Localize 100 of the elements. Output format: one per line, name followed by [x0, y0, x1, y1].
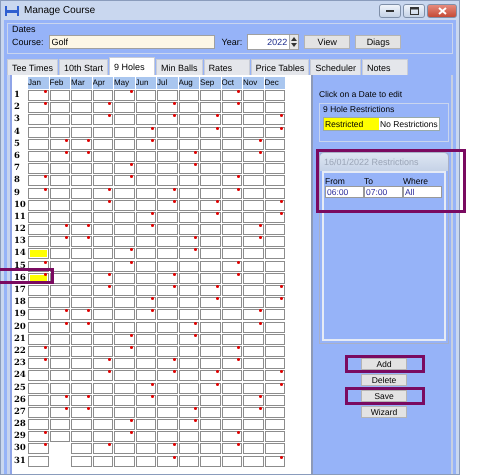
date-cell[interactable] [50, 382, 70, 394]
date-cell[interactable] [178, 126, 199, 138]
date-cell[interactable] [178, 248, 199, 260]
date-cell[interactable] [92, 260, 113, 272]
date-cell[interactable] [264, 138, 285, 150]
date-cell[interactable] [92, 102, 113, 114]
date-cell[interactable] [157, 382, 178, 394]
date-cell[interactable] [114, 370, 134, 382]
date-cell[interactable] [92, 163, 113, 174]
close-button[interactable] [427, 4, 457, 18]
date-cell[interactable] [50, 200, 70, 211]
date-cell[interactable] [200, 309, 220, 320]
date-cell[interactable] [136, 309, 156, 320]
date-cell[interactable] [178, 272, 199, 284]
date-cell[interactable] [222, 346, 242, 357]
date-cell[interactable] [264, 370, 285, 382]
date-cell[interactable] [28, 126, 48, 138]
date-cell[interactable] [71, 212, 92, 223]
date-cell[interactable] [264, 431, 285, 442]
date-cell[interactable] [114, 212, 134, 223]
date-cell[interactable] [136, 138, 156, 150]
date-cell[interactable] [243, 188, 264, 198]
date-cell[interactable] [243, 224, 264, 236]
date-cell[interactable] [200, 188, 220, 198]
date-cell[interactable] [178, 236, 199, 248]
date-cell[interactable] [243, 200, 264, 211]
date-cell[interactable] [243, 163, 264, 174]
date-cell[interactable] [50, 370, 70, 382]
date-cell[interactable] [264, 443, 285, 454]
date-cell[interactable] [264, 212, 285, 223]
date-cell[interactable] [222, 382, 242, 394]
date-cell[interactable] [222, 138, 242, 150]
date-cell[interactable] [200, 382, 220, 394]
date-cell[interactable] [200, 200, 220, 211]
tab[interactable]: Notes [362, 59, 408, 75]
date-cell[interactable] [222, 150, 242, 162]
date-cell[interactable] [157, 456, 178, 467]
date-cell[interactable] [178, 285, 199, 296]
date-cell[interactable] [178, 382, 199, 394]
date-cell[interactable] [28, 334, 48, 345]
date-cell[interactable] [71, 260, 92, 272]
time-field[interactable]: All [403, 186, 442, 198]
date-cell[interactable] [71, 272, 92, 284]
date-cell[interactable] [264, 456, 285, 467]
date-cell[interactable] [222, 102, 242, 114]
date-cell[interactable] [243, 212, 264, 223]
date-cell[interactable] [71, 406, 92, 418]
date-cell[interactable] [157, 431, 178, 442]
date-cell[interactable] [264, 90, 285, 101]
date-cell[interactable] [136, 102, 156, 114]
date-cell[interactable] [71, 382, 92, 394]
date-cell[interactable] [114, 175, 134, 186]
date-cell[interactable] [178, 443, 199, 454]
date-cell[interactable] [200, 163, 220, 174]
date-cell[interactable] [28, 419, 48, 430]
date-cell[interactable] [71, 163, 92, 174]
date-cell[interactable] [136, 272, 156, 284]
year-spinner[interactable]: 2022 [247, 34, 300, 50]
date-cell[interactable] [92, 114, 113, 126]
date-cell[interactable] [243, 358, 264, 370]
date-cell[interactable] [114, 126, 134, 138]
date-cell[interactable] [264, 334, 285, 345]
date-cell[interactable] [178, 150, 199, 162]
date-cell[interactable] [264, 114, 285, 126]
date-cell[interactable] [28, 431, 48, 442]
date-cell[interactable] [136, 260, 156, 272]
date-cell[interactable] [178, 297, 199, 308]
date-cell[interactable] [200, 90, 220, 101]
date-cell[interactable] [200, 370, 220, 382]
date-cell[interactable] [178, 322, 199, 333]
date-cell[interactable] [114, 138, 134, 150]
date-cell[interactable] [71, 224, 92, 236]
date-cell[interactable] [114, 90, 134, 101]
date-cell[interactable] [243, 309, 264, 320]
date-cell[interactable] [200, 431, 220, 442]
date-cell[interactable] [264, 346, 285, 357]
date-cell[interactable] [50, 260, 70, 272]
date-cell[interactable] [243, 285, 264, 296]
date-cell[interactable] [114, 297, 134, 308]
date-cell[interactable] [157, 248, 178, 260]
date-cell[interactable] [178, 419, 199, 430]
date-cell[interactable] [50, 297, 70, 308]
date-cell[interactable] [114, 309, 134, 320]
date-cell[interactable] [264, 260, 285, 272]
date-cell[interactable] [264, 175, 285, 186]
date-cell[interactable] [28, 456, 48, 467]
date-cell[interactable] [222, 456, 242, 467]
date-cell[interactable] [136, 114, 156, 126]
date-cell[interactable] [28, 309, 48, 320]
date-cell[interactable] [178, 394, 199, 406]
date-cell[interactable] [136, 443, 156, 454]
date-cell[interactable] [243, 297, 264, 308]
date-cell[interactable] [136, 297, 156, 308]
date-cell[interactable] [28, 138, 48, 150]
date-cell[interactable] [92, 90, 113, 101]
date-cell[interactable] [92, 285, 113, 296]
date-cell[interactable] [28, 406, 48, 418]
date-cell[interactable] [178, 90, 199, 101]
toolbar-button[interactable]: View [304, 35, 350, 49]
date-cell[interactable] [71, 394, 92, 406]
